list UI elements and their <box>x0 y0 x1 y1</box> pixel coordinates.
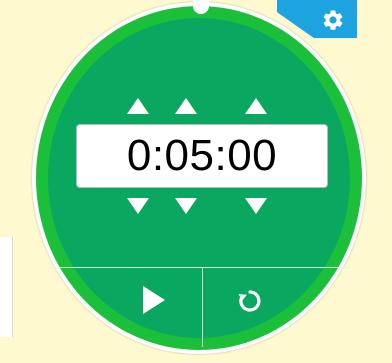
start-button[interactable] <box>133 278 173 322</box>
minutes-increment-button[interactable] <box>175 98 197 114</box>
gear-icon <box>323 10 343 30</box>
controls-divider-horizontal <box>48 267 350 268</box>
reset-button[interactable] <box>229 280 271 322</box>
seconds-decrement-button[interactable] <box>245 198 267 214</box>
hours-decrement-button[interactable] <box>127 198 149 214</box>
seconds-increment-button[interactable] <box>245 98 267 114</box>
time-display: 0:05:00 <box>76 124 328 188</box>
controls-divider-vertical <box>202 267 203 347</box>
play-icon <box>143 286 165 314</box>
minutes-decrement-button[interactable] <box>175 198 197 214</box>
hours-increment-button[interactable] <box>127 98 149 114</box>
side-panel <box>0 237 13 337</box>
reset-icon <box>238 290 261 312</box>
settings-button[interactable] <box>319 6 347 34</box>
